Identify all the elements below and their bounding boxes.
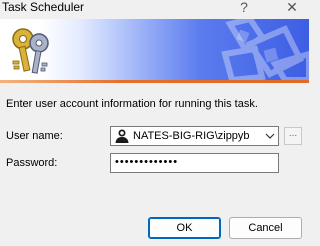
password-mask: ••••••••••••• (115, 156, 179, 168)
username-combobox[interactable]: NATES-BIG-RIG\zippyb (110, 126, 279, 146)
user-icon (115, 129, 129, 143)
help-button[interactable]: ? (230, 0, 258, 17)
cancel-button[interactable]: Cancel (229, 217, 302, 239)
password-label: Password: (6, 157, 58, 169)
username-value: NATES-BIG-RIG\zippyb (133, 130, 250, 142)
browse-user-button[interactable]: ... (284, 127, 302, 145)
window-title: Task Scheduler (2, 0, 85, 14)
title-bar: Task Scheduler ? ✕ (0, 0, 309, 18)
close-button[interactable]: ✕ (278, 0, 306, 17)
banner-divider (0, 80, 309, 83)
chevron-down-icon[interactable] (265, 128, 275, 144)
instruction-text: Enter user account information for runni… (6, 98, 258, 110)
ok-button[interactable]: OK (148, 217, 221, 239)
password-field[interactable]: ••••••••••••• (110, 153, 279, 173)
username-label: User name: (6, 130, 63, 142)
header-banner (0, 19, 309, 80)
keys-icon (12, 28, 49, 74)
